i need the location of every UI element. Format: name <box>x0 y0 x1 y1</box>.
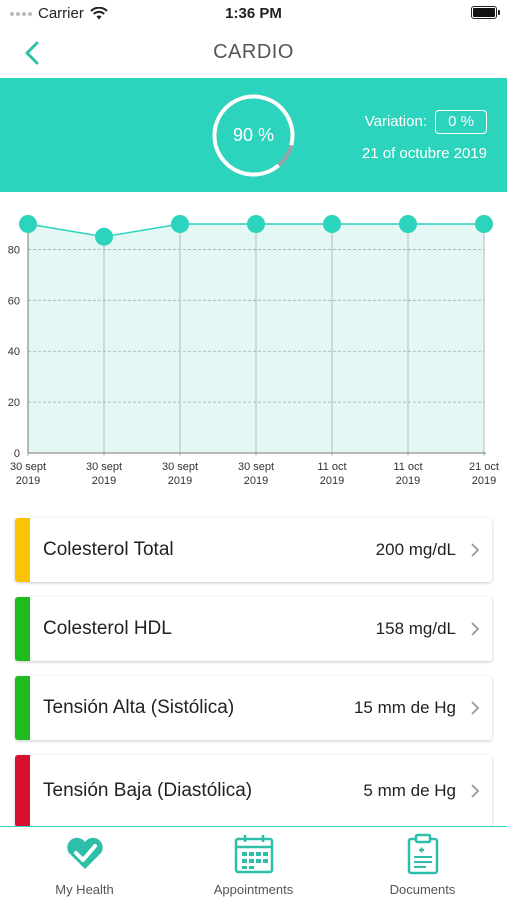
summary-date: 21 of octubre 2019 <box>361 145 487 162</box>
tab-bar: My Health Appointments Documents <box>0 826 507 901</box>
metric-card-colesterol-hdl[interactable]: Colesterol HDL 158 mg/dL <box>15 597 492 661</box>
clock: 1:36 PM <box>225 5 282 22</box>
chart-data-point <box>247 215 265 233</box>
chart-x-tick-label: 2019 <box>320 475 344 487</box>
metric-value: 200 mg/dL <box>375 540 456 559</box>
chevron-right-icon <box>471 784 480 798</box>
chevron-right-icon <box>471 701 480 715</box>
metric-value: 15 mm de Hg <box>353 698 456 717</box>
status-stripe <box>15 518 30 582</box>
metric-name: Colesterol Total <box>43 539 174 560</box>
metric-value: 5 mm de Hg <box>363 781 456 800</box>
chart-x-tick-label: 2019 <box>472 475 496 487</box>
metrics-list: Colesterol Total 200 mg/dL Colesterol HD… <box>15 518 492 842</box>
metric-name: Tensión Alta (Sistólica) <box>43 697 235 718</box>
tab-label: Documents <box>389 882 456 897</box>
battery-icon <box>471 6 500 19</box>
chart-x-tick-label: 2019 <box>168 475 192 487</box>
chart-data-point <box>475 215 493 233</box>
chart-data-point <box>171 215 189 233</box>
tab-label: Appointments <box>213 882 294 897</box>
progress-percent: 90 % <box>232 125 275 145</box>
tab-appointments[interactable]: Appointments <box>169 827 338 901</box>
summary-banner: 90 % Variation: 0 % 21 of octubre 2019 <box>0 78 507 192</box>
chart-data-point <box>323 215 341 233</box>
chevron-right-icon <box>471 543 480 557</box>
metric-name: Tensión Baja (Diastólica) <box>43 780 253 801</box>
status-stripe <box>15 597 30 661</box>
chart-x-tick-label: 21 oct <box>469 461 499 473</box>
metric-card-tension-alta[interactable]: Tensión Alta (Sistólica) 15 mm de Hg <box>15 676 492 740</box>
status-stripe <box>15 755 30 827</box>
metric-card-colesterol-total[interactable]: Colesterol Total 200 mg/dL <box>15 518 492 582</box>
page-title: CARDIO <box>213 41 294 63</box>
tab-label: My Health <box>55 882 114 897</box>
chart-y-tick-label: 40 <box>8 346 20 358</box>
chevron-right-icon <box>471 622 480 636</box>
variation-label: Variation: <box>364 113 427 130</box>
chart-x-tick-label: 2019 <box>244 475 268 487</box>
status-bar: Carrier 1:36 PM <box>0 0 507 28</box>
variation-value-badge[interactable]: 0 % <box>435 110 487 134</box>
chart-data-point <box>95 227 113 246</box>
chart-data-point <box>399 215 417 233</box>
clipboard-icon <box>407 833 439 875</box>
chart-x-tick-label: 30 sept <box>86 461 122 473</box>
chart-y-tick-label: 20 <box>8 397 20 409</box>
metric-card-tension-baja[interactable]: Tensión Baja (Diastólica) 5 mm de Hg <box>15 755 492 827</box>
cardio-chart: 0 20 40 60 80 30 sept 2019 30 sept 2019 30 sept 20… <box>8 215 499 487</box>
calendar-icon <box>234 835 274 874</box>
chart-y-tick-label: 80 <box>8 244 20 256</box>
chart-x-tick-label: 30 sept <box>10 461 46 473</box>
chart-y-tick-label: 0 <box>14 448 20 460</box>
tab-documents[interactable]: Documents <box>338 827 507 901</box>
chart-x-tick-label: 11 oct <box>317 461 346 473</box>
chart-y-tick-label: 60 <box>8 295 20 307</box>
tab-my-health[interactable]: My Health <box>0 827 169 901</box>
heart-check-icon <box>67 837 103 869</box>
chart-x-tick-label: 2019 <box>16 475 40 487</box>
status-stripe <box>15 676 30 740</box>
chart-x-tick-label: 2019 <box>396 475 420 487</box>
chart-data-point <box>19 215 37 233</box>
chart-x-tick-label: 11 oct <box>393 461 422 473</box>
navigation-bar: CARDIO <box>0 28 507 78</box>
chart-x-tick-label: 30 sept <box>162 461 198 473</box>
chart-x-tick-label: 30 sept <box>238 461 274 473</box>
metric-name: Colesterol HDL <box>43 618 172 639</box>
chart-x-tick-label: 2019 <box>92 475 116 487</box>
metric-value: 158 mg/dL <box>375 619 456 638</box>
